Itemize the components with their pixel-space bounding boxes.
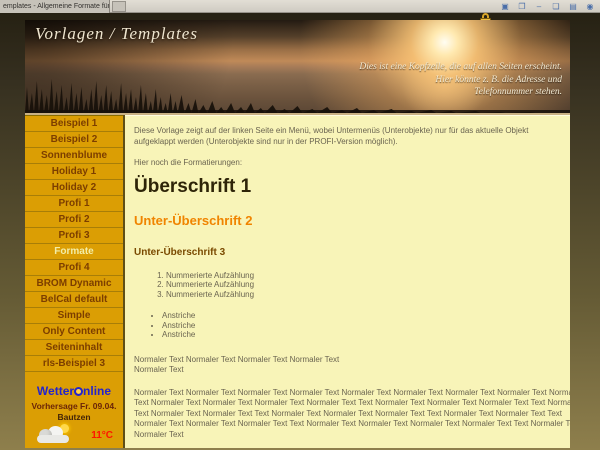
sidebar-item-beispiel-1[interactable]: Beispiel 1 — [25, 116, 123, 132]
sidebar-item-profi-4[interactable]: Profi 4 — [25, 260, 123, 276]
weather-widget: Wetternline Vorhersage Fr. 09.04. Bautze… — [25, 384, 123, 448]
sidebar-item-formate[interactable]: Formate — [25, 244, 123, 260]
site-container: Vorlagen / Templates Dies ist eine Kopfz… — [25, 20, 570, 448]
header-image: Vorlagen / Templates Dies ist eine Kopfz… — [25, 20, 570, 115]
browser-tab-stub[interactable] — [112, 1, 126, 12]
numbered-list-item: Nummerierte Aufzählung — [166, 290, 558, 300]
header-tagline: Dies ist eine Kopfzeile, die auf allen S… — [359, 61, 562, 99]
page-icon[interactable]: ▤ — [568, 2, 578, 11]
sidebar-item-belcal-default[interactable]: BelCal default — [25, 292, 123, 308]
browser-chrome: emplates - Allgemeine Formate für Texte … — [0, 0, 600, 13]
sidebar-item-beispiel-2[interactable]: Beispiel 2 — [25, 132, 123, 148]
numbered-list: Nummerierte Aufzählung Nummerierte Aufzä… — [134, 271, 558, 300]
sidebar-item-profi-3[interactable]: Profi 3 — [25, 228, 123, 244]
formats-lead-in: Hier noch die Formatierungen: — [134, 158, 558, 169]
sidebar-item-simple[interactable]: Simple — [25, 308, 123, 324]
wetteronline-logo[interactable]: Wetternline — [25, 384, 123, 398]
heading-2: Unter-Überschrift 2 — [134, 213, 558, 228]
page-background: Vorlagen / Templates Dies ist eine Kopfz… — [0, 13, 600, 450]
temperature-value: 11°C — [91, 430, 115, 441]
bullet-list: Anstriche Anstriche Anstriche — [134, 311, 558, 340]
numbered-list-item: Nummerierte Aufzählung — [166, 280, 558, 290]
sidebar-item-seiteninhalt[interactable]: Seiteninhalt — [25, 340, 123, 356]
sidebar-item-brom-dynamic[interactable]: BROM Dynamic — [25, 276, 123, 292]
sidebar-item-holiday-2[interactable]: Holiday 2 — [25, 180, 123, 196]
site-body: Beispiel 1 Beispiel 2 Sonnenblume Holida… — [25, 115, 570, 448]
sun-behind-cloud-icon — [35, 426, 73, 444]
sidebar-item-profi-1[interactable]: Profi 1 — [25, 196, 123, 212]
content-pane: Diese Vorlage zeigt auf der linken Seite… — [125, 115, 570, 448]
windows-icon[interactable]: ❐ — [517, 2, 527, 11]
weather-city: Bautzen — [25, 412, 123, 422]
bullet-list-item: Anstriche — [162, 330, 558, 340]
sidebar-item-rls-beispiel-3[interactable]: rls-Beispiel 3 — [25, 356, 123, 372]
bullet-list-item: Anstriche — [162, 321, 558, 331]
page-title: Vorlagen / Templates — [35, 24, 198, 44]
sidebar-item-holiday-1[interactable]: Holiday 1 — [25, 164, 123, 180]
weather-controls: 3 Tage ▼ GO — [25, 444, 123, 448]
normal-text-paragraph: Normaler Text Normaler Text Normaler Tex… — [134, 355, 558, 376]
sidebar-item-sonnenblume[interactable]: Sonnenblume — [25, 148, 123, 164]
heading-3: Unter-Überschrift 3 — [134, 247, 558, 258]
minimize-icon[interactable]: – — [534, 2, 544, 11]
browser-toolbar-icons: ▣ ❐ – ❏ ▤ ◉ — [500, 2, 595, 11]
sun-logo-icon — [74, 387, 83, 396]
browser-tab-title: emplates - Allgemeine Formate für Texte … — [3, 3, 110, 10]
sidebar-item-profi-2[interactable]: Profi 2 — [25, 212, 123, 228]
main-menu: Beispiel 1 Beispiel 2 Sonnenblume Holida… — [25, 115, 123, 372]
bookmark-icon[interactable]: ▣ — [500, 2, 510, 11]
browser-tab[interactable]: emplates - Allgemeine Formate für Texte … — [0, 0, 110, 13]
weather-forecast-date: Vorhersage Fr. 09.04. — [25, 401, 123, 411]
heading-1: Überschrift 1 — [134, 176, 558, 198]
sidebar-item-only-content[interactable]: Only Content — [25, 324, 123, 340]
sidebar: Beispiel 1 Beispiel 2 Sonnenblume Holida… — [25, 115, 125, 448]
long-text-paragraph: Normaler Text Normaler Text Normaler Tex… — [134, 388, 570, 441]
tagline-line-3: Telefonnummer stehen. — [359, 86, 562, 99]
tagline-line-1: Dies ist eine Kopfzeile, die auf allen S… — [359, 61, 562, 74]
weather-condition-row: 11°C — [25, 422, 123, 444]
numbered-list-item: Nummerierte Aufzählung — [166, 271, 558, 281]
help-icon[interactable]: ◉ — [585, 2, 595, 11]
bullet-list-item: Anstriche — [162, 311, 558, 321]
tagline-line-2: Hier könnte z. B. die Adresse und — [359, 74, 562, 87]
intro-paragraph: Diese Vorlage zeigt auf der linken Seite… — [134, 126, 558, 147]
tile-icon[interactable]: ❏ — [551, 2, 561, 11]
